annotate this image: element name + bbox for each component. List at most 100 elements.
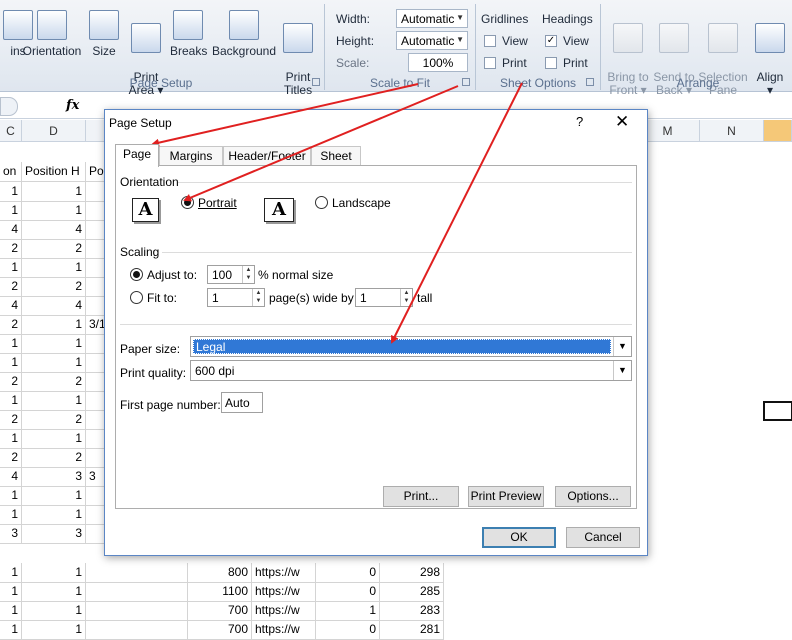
column-header-selected[interactable] xyxy=(764,120,792,142)
column-header-e[interactable] xyxy=(86,120,106,142)
table-cell[interactable] xyxy=(86,620,188,640)
table-cell[interactable]: 1 xyxy=(22,182,86,202)
table-cell[interactable] xyxy=(86,410,106,430)
table-cell[interactable]: 3 xyxy=(22,467,86,487)
table-cell[interactable] xyxy=(86,601,188,621)
table-cell[interactable]: 2 xyxy=(0,372,22,392)
table-cell[interactable]: https://w xyxy=(252,620,316,640)
table-cell[interactable] xyxy=(86,582,188,602)
table-cell[interactable]: 2 xyxy=(0,410,22,430)
table-cell[interactable]: https://w xyxy=(252,563,316,583)
table-cell[interactable] xyxy=(86,201,106,221)
height-combo[interactable]: Automatic ▼ xyxy=(396,31,468,50)
table-cell[interactable]: 283 xyxy=(380,601,444,621)
table-cell[interactable]: https://w xyxy=(252,582,316,602)
table-cell[interactable]: 4 xyxy=(0,220,22,240)
page-setup-launcher-icon[interactable] xyxy=(312,78,320,86)
table-cell[interactable]: 1 xyxy=(22,563,86,583)
table-cell[interactable]: 3 xyxy=(0,524,22,544)
tab-margins[interactable]: Margins xyxy=(159,146,223,166)
table-cell[interactable]: 4 xyxy=(0,296,22,316)
table-cell[interactable]: 1 xyxy=(22,429,86,449)
table-cell[interactable]: 3 xyxy=(86,467,106,487)
sheet-options-launcher-icon[interactable] xyxy=(586,78,594,86)
table-cell[interactable]: 1 xyxy=(0,334,22,354)
table-cell[interactable] xyxy=(86,353,106,373)
scale-launcher-icon[interactable] xyxy=(462,78,470,86)
background-button[interactable]: Background xyxy=(211,10,277,58)
table-cell[interactable]: 1 xyxy=(22,334,86,354)
table-cell[interactable]: 1 xyxy=(0,505,22,525)
gridlines-view-checkbox[interactable] xyxy=(484,35,496,47)
table-cell[interactable]: 1 xyxy=(22,201,86,221)
table-cell[interactable]: 1 xyxy=(22,582,86,602)
table-cell[interactable]: 700 xyxy=(188,601,252,621)
tab-header-footer[interactable]: Header/Footer xyxy=(223,146,311,166)
table-cell[interactable]: 1 xyxy=(22,505,86,525)
fit-to-radio[interactable] xyxy=(130,291,143,304)
table-cell[interactable] xyxy=(86,391,106,411)
chevron-down-icon[interactable]: ▼ xyxy=(613,361,631,380)
table-cell[interactable] xyxy=(86,563,188,583)
header-cell[interactable]: Position H xyxy=(22,162,86,182)
adjust-to-spinner[interactable]: 100 ▲ ▼ xyxy=(207,265,255,284)
column-header-n[interactable]: N xyxy=(700,120,764,142)
table-cell[interactable] xyxy=(86,429,106,449)
column-header-c[interactable]: C xyxy=(0,120,22,142)
table-cell[interactable]: 1 xyxy=(0,182,22,202)
header-cell[interactable]: on xyxy=(0,162,22,182)
table-cell[interactable]: 1 xyxy=(0,258,22,278)
table-cell[interactable] xyxy=(86,277,106,297)
fit-to-label[interactable]: Fit to: xyxy=(147,291,177,305)
table-cell[interactable]: 800 xyxy=(188,563,252,583)
print-quality-select[interactable]: 600 dpi ▼ xyxy=(190,360,632,381)
width-combo[interactable]: Automatic ▼ xyxy=(396,9,468,28)
close-icon[interactable]: ✕ xyxy=(615,110,629,134)
table-cell[interactable]: 1 xyxy=(22,315,86,335)
paper-size-select[interactable]: Legal ▼ xyxy=(190,336,632,357)
portrait-radio[interactable] xyxy=(181,196,194,209)
table-cell[interactable] xyxy=(86,448,106,468)
table-cell[interactable]: 1 xyxy=(0,563,22,583)
table-cell[interactable]: 0 xyxy=(316,620,380,640)
adjust-to-radio[interactable] xyxy=(130,268,143,281)
ok-button[interactable]: OK xyxy=(482,527,556,548)
scale-spinner[interactable]: 100% xyxy=(408,53,468,72)
table-cell[interactable]: 1 xyxy=(316,601,380,621)
help-icon[interactable]: ? xyxy=(576,114,583,129)
table-cell[interactable] xyxy=(86,372,106,392)
print-preview-button[interactable]: Print Preview xyxy=(468,486,544,507)
print-button[interactable]: Print... xyxy=(383,486,459,507)
table-cell[interactable]: 1 xyxy=(22,620,86,640)
breaks-button[interactable]: Breaks xyxy=(170,10,207,58)
tab-sheet[interactable]: Sheet xyxy=(311,146,361,166)
table-cell[interactable]: 2 xyxy=(22,410,86,430)
table-cell[interactable] xyxy=(86,182,106,202)
table-cell[interactable]: 1 xyxy=(22,353,86,373)
table-cell[interactable]: 3/1 xyxy=(86,315,106,335)
table-cell[interactable]: 1 xyxy=(0,582,22,602)
headings-view-checkbox[interactable]: ✓ xyxy=(545,35,557,47)
table-cell[interactable]: 3 xyxy=(22,524,86,544)
table-cell[interactable]: 1 xyxy=(22,258,86,278)
table-cell[interactable]: 2 xyxy=(0,239,22,259)
adjust-to-label[interactable]: Adjust to: xyxy=(147,268,197,282)
table-cell[interactable]: 2 xyxy=(22,239,86,259)
table-cell[interactable] xyxy=(86,296,106,316)
table-cell[interactable]: 2 xyxy=(22,277,86,297)
table-cell[interactable]: 1 xyxy=(22,486,86,506)
fit-wide-spinner[interactable]: 1 ▲ ▼ xyxy=(207,288,265,307)
table-cell[interactable]: 2 xyxy=(0,448,22,468)
table-cell[interactable]: 4 xyxy=(0,467,22,487)
table-cell[interactable]: 1 xyxy=(0,486,22,506)
orientation-button[interactable]: Orientation xyxy=(20,10,84,58)
fit-tall-spinner[interactable]: 1 ▲ ▼ xyxy=(355,288,413,307)
table-cell[interactable]: 2 xyxy=(22,372,86,392)
table-cell[interactable]: 0 xyxy=(316,563,380,583)
name-box[interactable] xyxy=(0,97,18,116)
table-cell[interactable]: 2 xyxy=(22,448,86,468)
table-cell[interactable]: 298 xyxy=(380,563,444,583)
table-cell[interactable]: 1 xyxy=(0,201,22,221)
selected-shape[interactable] xyxy=(763,401,792,421)
table-cell[interactable]: 281 xyxy=(380,620,444,640)
